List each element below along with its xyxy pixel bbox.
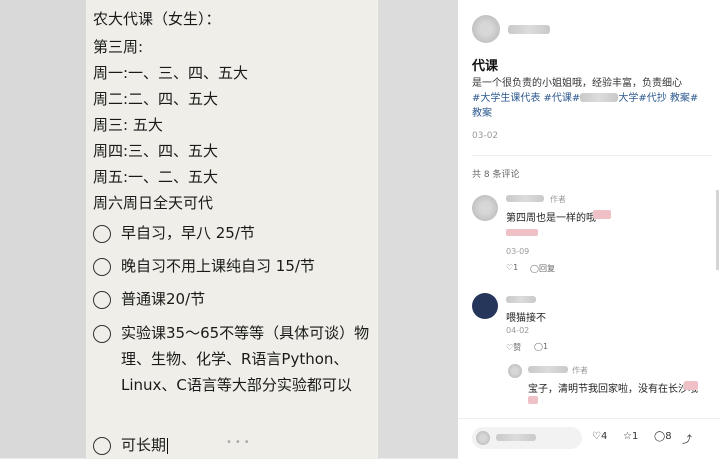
share-button[interactable]: ⤴ [682,431,692,446]
emoji-blurred [528,396,538,404]
emoji-blurred [684,381,698,390]
input-placeholder-blurred [496,434,536,441]
radio-circle-icon[interactable] [93,325,111,343]
divider [472,155,712,156]
option-label: 实验课35～65不等等（具体可谈）物理、生物、化学、R语言Python、Linu… [121,324,370,394]
like-button[interactable]: ♡1 [506,263,518,272]
comment-text: 第四周也是一样的哦 [506,213,596,224]
star-count-button[interactable]: ☆1 [623,431,638,442]
note-title: 农大代课（女生）： [93,10,221,28]
radio-circle-icon[interactable] [93,437,111,455]
like-count-button[interactable]: ♡4 [592,431,607,442]
post-date: 03-02 [472,131,499,141]
author-badge: 作者 [572,366,588,375]
star-icon: ☆ [623,431,632,442]
sticker-blurred [506,229,538,236]
option-label: 早自习，早八 25/节 [121,224,255,242]
reply-avatar[interactable] [508,364,522,378]
note-week: 第三周: [93,38,144,56]
radio-circle-icon[interactable] [93,258,111,276]
chat-icon: ◯ [530,264,539,273]
scrollbar[interactable] [716,190,719,270]
author-badge: 作者 [550,195,566,204]
comment-count-button[interactable]: ◯8 [654,431,672,442]
comment-avatar[interactable] [472,195,498,221]
reply-text: 宝子，清明节我回家啦，没有在长沙哦 [528,384,698,395]
author-name-blurred[interactable] [508,25,550,34]
heart-icon: ♡ [592,431,601,442]
author-avatar[interactable] [472,15,500,43]
chat-icon: ◯ [654,431,666,442]
comment-author-blurred[interactable] [506,195,544,202]
text-cursor [167,437,169,454]
bottom-bar: ♡4 ☆1 ◯8 ⤴ [458,418,720,459]
gap-background [378,0,458,458]
post-description: 是一个很负责的小姐姐哦，经验丰富，负责细心 #大学生课代表 #代课# 大学#代抄 … [472,78,699,119]
comment-date: 04-02 [506,326,530,335]
comment-text: 喂猫接不 [506,313,546,324]
note-panel: 农大代课（女生）： 第三周: 周一:一、三、四、五大 周二:二、四、五大 周三:… [86,0,378,458]
option-label: 晚自习不用上课纯自习 15/节 [121,257,315,275]
comment-count: 共 8 条评论 [472,170,520,180]
comment-input[interactable] [472,427,582,449]
radio-circle-icon[interactable] [93,291,111,309]
comment-avatar[interactable] [472,293,498,319]
note-day-fri: 周五:一、二、五大 [93,168,219,186]
post-title: 代课 [472,59,499,74]
note-day-thu: 周四:三、四、五大 [93,142,219,160]
reply-author-blurred[interactable] [528,366,568,373]
note-day-wed: 周三: 五大 [93,116,163,134]
page-dots-indicator: ••• [226,437,253,448]
share-icon: ⤴ [682,435,692,446]
replies-button[interactable]: ◯1 [534,342,548,351]
emoji-blurred [593,210,611,219]
reply-button[interactable]: ◯回复 [530,263,555,274]
note-day-mon: 周一:一、三、四、五大 [93,64,249,82]
option-label: 普通课20/节 [121,290,206,308]
post-panel: 代课 是一个很负责的小姐姐哦，经验丰富，负责细心 #大学生课代表 #代课# 大学#… [458,0,720,459]
like-button[interactable]: ♡赞 [506,342,521,353]
note-day-weekend: 周六周日全天可代 [93,194,214,212]
chat-icon: ◯ [534,342,543,351]
comment-date: 03-09 [506,247,530,256]
comment-author-blurred[interactable] [506,296,536,303]
radio-circle-icon[interactable] [93,225,111,243]
note-day-tue: 周二:二、四、五大 [93,90,219,108]
my-avatar [476,431,490,445]
left-background [0,0,86,458]
